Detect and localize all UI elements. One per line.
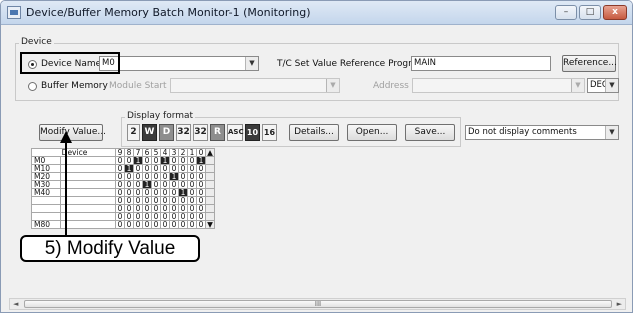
scroll-right-arrow[interactable]: ► xyxy=(617,299,622,309)
comment-display-select[interactable]: Do not display comments ▼ xyxy=(465,125,619,140)
grid-scroll-down-arrow[interactable]: ▼ xyxy=(205,220,215,229)
table-row[interactable]: M80 0 0 0 0 0 0 0 0 0 0 ▼ xyxy=(31,220,215,229)
table-row[interactable]: M10 0 1 0 0 0 0 0 0 0 0 xyxy=(31,164,215,173)
bit-cell[interactable]: 0 xyxy=(124,220,134,229)
tc-reference-label: T/C Set Value Reference Program xyxy=(277,59,427,69)
bit-cell[interactable]: 0 xyxy=(178,220,188,229)
bit-cell[interactable]: 0 xyxy=(133,220,143,229)
grid-scroll-track[interactable] xyxy=(205,156,215,165)
bit-cell[interactable]: 0 xyxy=(196,220,206,229)
table-row[interactable]: M40 0 0 0 0 0 0 0 1 0 0 xyxy=(31,188,215,197)
table-row[interactable]: 0000000000 xyxy=(31,196,215,205)
table-row[interactable]: 0000000000 xyxy=(31,212,215,221)
grid-scroll-track[interactable] xyxy=(205,196,215,205)
comment-display-value: Do not display comments xyxy=(468,127,577,137)
table-row[interactable]: M0 0 0 1 0 0 1 0 0 0 1 xyxy=(31,156,215,165)
device-name-highlight xyxy=(20,52,120,74)
format-word-button[interactable]: W xyxy=(142,124,157,141)
maximize-button[interactable]: □ xyxy=(579,5,601,20)
grid-scroll-track[interactable] xyxy=(205,172,215,181)
annotation-callout: 5) Modify Value xyxy=(20,235,200,262)
minimize-button[interactable]: – xyxy=(555,5,577,20)
chevron-down-icon[interactable]: ▼ xyxy=(605,79,618,92)
bit-cell[interactable]: 0 xyxy=(169,220,179,229)
grid-header-row: Device 9 8 7 6 5 4 3 2 1 0 ▲ xyxy=(31,148,215,157)
grid-scroll-up-arrow[interactable]: ▲ xyxy=(205,148,215,157)
buffer-memory-radio[interactable] xyxy=(28,82,37,91)
format-word-multi-button[interactable]: D xyxy=(159,124,174,141)
close-button[interactable]: x xyxy=(603,5,627,20)
format-16bit-button[interactable]: 32 xyxy=(176,124,191,141)
tc-reference-program: MAIN xyxy=(411,56,551,71)
save-button[interactable]: Save... xyxy=(405,124,455,141)
bit-cell[interactable]: 0 xyxy=(151,220,161,229)
device-cell xyxy=(31,204,61,213)
chevron-down-icon[interactable]: ▼ xyxy=(326,79,339,92)
grid-scroll-track[interactable] xyxy=(205,164,215,173)
chevron-down-icon[interactable]: ▼ xyxy=(571,79,584,92)
table-row[interactable]: 0000000000 xyxy=(31,204,215,213)
format-decimal-button[interactable]: 10 xyxy=(245,124,260,141)
window-title: Device/Buffer Memory Batch Monitor-1 (Mo… xyxy=(26,6,311,19)
grid-scroll-track[interactable] xyxy=(205,204,215,213)
module-start-input[interactable]: ▼ xyxy=(170,78,340,93)
buffer-memory-label: Buffer Memory xyxy=(41,81,108,91)
reference-button[interactable]: Reference... xyxy=(562,55,617,72)
address-input[interactable]: ▼ xyxy=(412,78,585,93)
grid-scroll-track[interactable] xyxy=(205,188,215,197)
format-32bit-button[interactable]: 32 xyxy=(193,124,208,141)
format-hex-button[interactable]: 16 xyxy=(262,124,277,141)
scrollbar-thumb[interactable]: III xyxy=(24,300,612,308)
format-bit-button[interactable]: 2 xyxy=(127,124,140,141)
bit-cell[interactable]: 0 xyxy=(187,220,197,229)
horizontal-scrollbar[interactable]: ◄ III ► xyxy=(9,298,626,310)
comment-cell xyxy=(60,212,116,221)
format-ascii-button[interactable]: ASC xyxy=(227,124,244,141)
bit-cell[interactable]: 0 xyxy=(142,220,152,229)
app-icon xyxy=(7,6,21,19)
table-row[interactable]: M30 0 0 0 1 0 0 0 0 0 0 xyxy=(31,180,215,189)
display-format-label: Display format xyxy=(125,111,196,121)
device-name-input[interactable]: M0 ▼ xyxy=(99,56,259,71)
annotation-arrow-shaft xyxy=(65,141,67,235)
device-cell: M80 xyxy=(31,220,61,229)
comment-cell xyxy=(60,156,116,165)
comment-cell xyxy=(60,164,116,173)
device-cell xyxy=(31,196,61,205)
device-bit-grid: Device 9 8 7 6 5 4 3 2 1 0 ▲ M0 0 0 1 0 0 1 0 0 0… xyxy=(31,148,215,229)
comment-cell xyxy=(60,172,116,181)
comment-cell xyxy=(60,220,116,229)
format-real-button[interactable]: R xyxy=(210,124,225,141)
open-button[interactable]: Open... xyxy=(347,124,397,141)
comment-cell xyxy=(60,204,116,213)
comment-cell xyxy=(60,180,116,189)
chevron-down-icon[interactable]: ▼ xyxy=(245,57,258,70)
title-bar[interactable]: Device/Buffer Memory Batch Monitor-1 (Mo… xyxy=(1,1,632,25)
chevron-down-icon[interactable]: ▼ xyxy=(605,126,618,139)
module-start-label: Module Start xyxy=(109,81,167,91)
grid-body: M0 0 0 1 0 0 1 0 0 0 1 M10 0 1 0 0 0 0 0 0 0 0 M20 0 0 0 0 0 0 1 0 0 0 M3… xyxy=(31,156,215,229)
address-label: Address xyxy=(373,81,409,91)
grid-scroll-track[interactable] xyxy=(205,180,215,189)
bit-cell[interactable]: 0 xyxy=(160,220,170,229)
monitor-window: Device/Buffer Memory Batch Monitor-1 (Mo… xyxy=(0,0,633,313)
scroll-left-arrow[interactable]: ◄ xyxy=(13,299,18,309)
comment-cell xyxy=(60,188,116,197)
device-cell: M40 xyxy=(31,188,61,197)
comment-cell xyxy=(60,196,116,205)
bit-cell[interactable]: 0 xyxy=(115,220,125,229)
radix-select[interactable]: DEC ▼ xyxy=(587,78,619,93)
device-group-label: Device xyxy=(19,37,54,47)
details-button[interactable]: Details... xyxy=(289,124,339,141)
table-row[interactable]: M20 0 0 0 0 0 0 1 0 0 0 xyxy=(31,172,215,181)
